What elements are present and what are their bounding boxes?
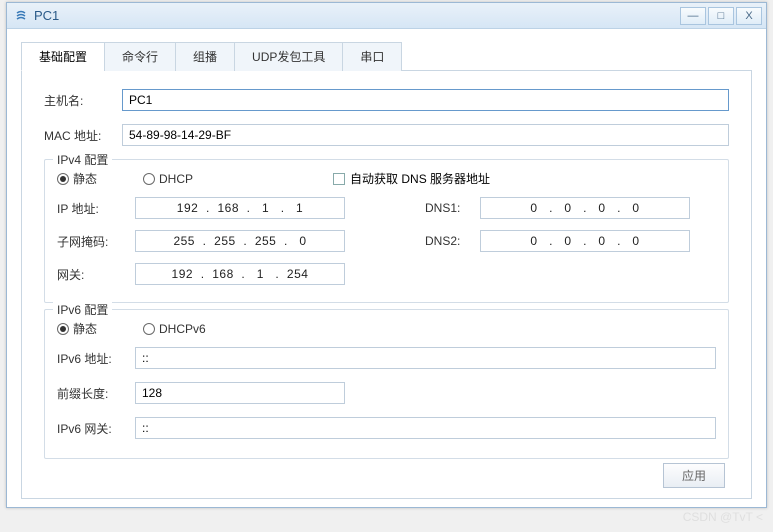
maximize-button[interactable]: □: [708, 7, 734, 25]
ipv6-prefix-input[interactable]: [135, 382, 345, 404]
gateway-row: 网关: 192 . 168 . 1 . 254: [57, 263, 716, 285]
auto-dns-checkbox[interactable]: [333, 173, 345, 185]
ipv6-addr-row: IPv6 地址:: [57, 347, 716, 369]
ipv6-gw-input[interactable]: [135, 417, 716, 439]
mac-input[interactable]: [122, 124, 729, 146]
footer: 应用: [44, 459, 729, 488]
basic-panel: 主机名: MAC 地址: IPv4 配置 静态 DHCP 自动获取 DNS 服务…: [21, 71, 752, 499]
ipv6-addr-label: IPv6 地址:: [57, 350, 135, 367]
tabstrip: 基础配置 命令行 组播 UDP发包工具 串口: [21, 41, 752, 71]
hostname-label: 主机名:: [44, 92, 122, 109]
ipv4-dhcp-label: DHCP: [159, 172, 193, 186]
ipv6-legend: IPv6 配置: [53, 301, 112, 318]
ipv6-prefix-label: 前缀长度:: [57, 385, 135, 402]
ipv6-gw-label: IPv6 网关:: [57, 420, 135, 437]
ipv6-gw-row: IPv6 网关:: [57, 417, 716, 439]
mask-label: 子网掩码:: [57, 233, 135, 250]
tab-basic[interactable]: 基础配置: [21, 42, 105, 71]
ip-input[interactable]: 192 . 168 . 1 . 1: [135, 197, 345, 219]
ipv4-fieldset: IPv4 配置 静态 DHCP 自动获取 DNS 服务器地址 IP 地址: 19…: [44, 159, 729, 303]
mac-row: MAC 地址:: [44, 124, 729, 146]
dns2-input[interactable]: 0 . 0 . 0 . 0: [480, 230, 690, 252]
ipv4-static-label: 静态: [73, 170, 97, 187]
ipv6-fieldset: IPv6 配置 静态 DHCPv6 IPv6 地址: 前缀长度: IPv6 网关…: [44, 309, 729, 459]
dns1-input[interactable]: 0 . 0 . 0 . 0: [480, 197, 690, 219]
ipv4-legend: IPv4 配置: [53, 151, 112, 168]
auto-dns-label: 自动获取 DNS 服务器地址: [350, 170, 490, 187]
ipv6-prefix-row: 前缀长度:: [57, 382, 716, 404]
tab-multicast[interactable]: 组播: [175, 42, 235, 71]
hostname-row: 主机名:: [44, 89, 729, 111]
titlebar: PC1 — □ X: [7, 3, 766, 29]
minimize-button[interactable]: —: [680, 7, 706, 25]
tab-udp[interactable]: UDP发包工具: [234, 42, 343, 71]
watermark: CSDN @TvT <: [683, 510, 763, 524]
tab-serial[interactable]: 串口: [342, 42, 402, 71]
ipv6-addr-input[interactable]: [135, 347, 716, 369]
ipv6-static-label: 静态: [73, 320, 97, 337]
ipv4-static-radio[interactable]: [57, 173, 69, 185]
ip-label: IP 地址:: [57, 200, 135, 217]
client-area: 基础配置 命令行 组播 UDP发包工具 串口 主机名: MAC 地址: IPv4…: [7, 29, 766, 507]
ipv4-mode-row: 静态 DHCP 自动获取 DNS 服务器地址: [57, 170, 716, 187]
gateway-input[interactable]: 192 . 168 . 1 . 254: [135, 263, 345, 285]
app-icon: [13, 8, 29, 24]
ipv6-mode-row: 静态 DHCPv6: [57, 320, 716, 337]
gateway-label: 网关:: [57, 266, 135, 283]
dns1-label: DNS1:: [425, 201, 480, 215]
window-title: PC1: [34, 8, 678, 23]
dns2-label: DNS2:: [425, 234, 480, 248]
app-window: PC1 — □ X 基础配置 命令行 组播 UDP发包工具 串口 主机名: MA…: [6, 2, 767, 508]
close-button[interactable]: X: [736, 7, 762, 25]
ipv4-dhcp-radio[interactable]: [143, 173, 155, 185]
mac-label: MAC 地址:: [44, 127, 122, 144]
ip-row: IP 地址: 192 . 168 . 1 . 1 DNS1: 0 . 0 . 0…: [57, 197, 716, 219]
hostname-input[interactable]: [122, 89, 729, 111]
mask-input[interactable]: 255 . 255 . 255 . 0: [135, 230, 345, 252]
apply-button[interactable]: 应用: [663, 463, 725, 488]
ipv6-static-radio[interactable]: [57, 323, 69, 335]
ipv6-dhcp-radio[interactable]: [143, 323, 155, 335]
ipv6-dhcp-label: DHCPv6: [159, 322, 206, 336]
mask-row: 子网掩码: 255 . 255 . 255 . 0 DNS2: 0 . 0 . …: [57, 230, 716, 252]
tab-cli[interactable]: 命令行: [104, 42, 176, 71]
